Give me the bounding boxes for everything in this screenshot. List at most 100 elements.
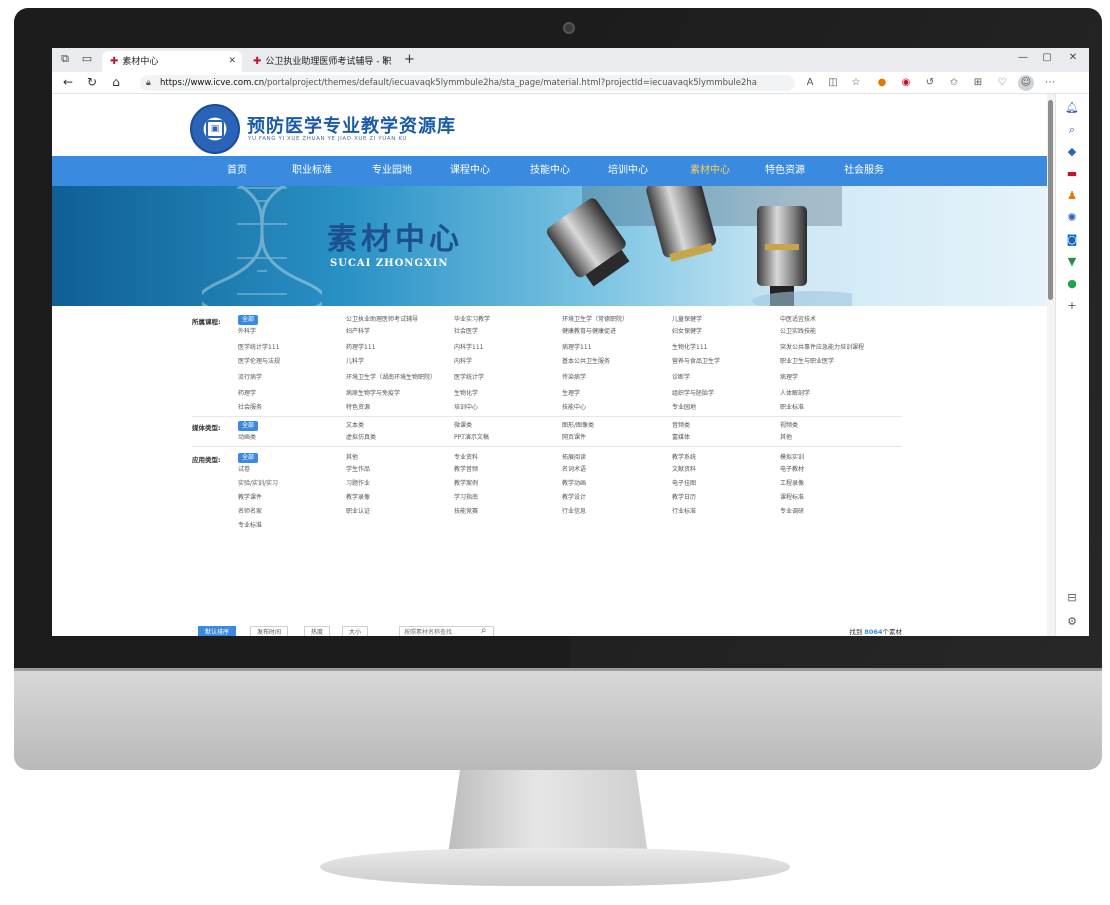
course-filter-option[interactable]: 职业卫生与职业医学 xyxy=(780,358,834,366)
add-sidebar-app-icon[interactable]: + xyxy=(1064,298,1080,314)
course-filter-option[interactable]: 病原生物学与免疫学 xyxy=(346,390,400,398)
settings-gear-icon[interactable]: ⚙ xyxy=(1064,614,1080,630)
application-filter-option[interactable]: 学习指南 xyxy=(454,494,478,502)
application-filter-option[interactable]: 电子教材 xyxy=(780,466,804,474)
application-filter-option[interactable]: 教学课件 xyxy=(238,494,262,502)
nav-item[interactable]: 社会服务 xyxy=(844,156,884,186)
maximize-button[interactable]: ▢ xyxy=(1036,52,1058,63)
course-filter-option[interactable]: 内科学111 xyxy=(454,344,483,352)
course-filter-option[interactable]: 健康教育与健康促进 xyxy=(562,328,616,336)
application-filter-option[interactable]: 教学日历 xyxy=(672,494,696,502)
search-icon[interactable]: ⌕ xyxy=(1064,122,1080,138)
application-filter-option[interactable]: 拓展阅读 xyxy=(562,454,586,462)
course-filter-option[interactable]: 毕业实习教学 xyxy=(454,316,490,324)
course-filter-option[interactable]: 诊断学 xyxy=(672,374,690,382)
course-filter-option[interactable]: 内科学 xyxy=(454,358,472,366)
course-filter-option[interactable]: 社会医学 xyxy=(454,328,478,336)
course-filter-option[interactable]: 技能中心 xyxy=(562,404,586,412)
media-filter-option[interactable]: 文本类 xyxy=(346,422,364,430)
nav-item[interactable]: 职业标准 xyxy=(292,156,332,186)
course-filter-option[interactable]: 医学伦理与法规 xyxy=(238,358,280,366)
more-menu-icon[interactable]: ⋯ xyxy=(1042,75,1058,91)
refresh-icon[interactable]: ↻ xyxy=(84,74,100,90)
chat-icon[interactable]: ● xyxy=(1064,276,1080,292)
page-scrollbar[interactable] xyxy=(1047,94,1055,636)
application-filter-option[interactable]: 文献资料 xyxy=(672,466,696,474)
course-filter-option[interactable]: 医学统计学111 xyxy=(238,344,279,352)
course-filter-option[interactable]: 公卫实践技能 xyxy=(780,328,816,336)
application-filter-option[interactable]: 名词术语 xyxy=(562,466,586,474)
course-filter-option[interactable]: 病理学111 xyxy=(562,344,591,352)
course-filter-option[interactable]: 中医适宜技术 xyxy=(780,316,816,324)
nav-item[interactable]: 首页 xyxy=(227,156,247,186)
toolbox-icon[interactable]: ▬ xyxy=(1064,166,1080,182)
media-filter-option[interactable]: PPT演示文稿 xyxy=(454,434,489,442)
collections-icon[interactable]: ⊞ xyxy=(970,75,986,91)
course-filter-option[interactable]: 外科学 xyxy=(238,328,256,336)
profile-avatar-icon[interactable]: ☺ xyxy=(1018,75,1034,91)
outlook-icon[interactable]: ◙ xyxy=(1064,232,1080,248)
site-logo[interactable]: ▣ xyxy=(190,104,240,154)
course-filter-option[interactable]: 药理学 xyxy=(238,390,256,398)
application-filter-option[interactable]: 工程录像 xyxy=(780,480,804,488)
course-filter-option[interactable]: 营养与食品卫生学 xyxy=(672,358,720,366)
course-filter-option[interactable]: 专业园地 xyxy=(672,404,696,412)
workspaces-icon[interactable]: ⧉ xyxy=(58,52,72,66)
course-filter-option[interactable]: 职业标准 xyxy=(780,404,804,412)
course-filter-option[interactable]: 传染病学 xyxy=(562,374,586,382)
application-filter-option[interactable]: 试卷 xyxy=(238,466,250,474)
course-filter-option[interactable]: 妇女保健学 xyxy=(672,328,702,336)
back-icon[interactable]: ← xyxy=(60,74,76,90)
application-filter-option[interactable]: 实验/实训/实习 xyxy=(238,480,278,488)
application-filter-option[interactable]: 课程标准 xyxy=(780,494,804,502)
read-aloud-icon[interactable]: A xyxy=(802,75,818,91)
material-search-input[interactable] xyxy=(399,626,494,636)
media-filter-option[interactable]: 网页课件 xyxy=(562,434,586,442)
immersive-reader-icon[interactable]: ◫ xyxy=(825,75,841,91)
course-filter-all-chip[interactable]: 全部 xyxy=(238,315,259,325)
shopping-tag-icon[interactable]: ◆ xyxy=(1064,144,1080,160)
media-filter-option[interactable]: 图形/图像类 xyxy=(562,422,594,430)
course-filter-option[interactable]: 儿科学 xyxy=(346,358,364,366)
media-filter-option[interactable]: 虚拟仿真类 xyxy=(346,434,376,442)
course-filter-option[interactable]: 生物化学 xyxy=(454,390,478,398)
course-filter-option[interactable]: 流行病学 xyxy=(238,374,262,382)
home-icon[interactable]: ⌂ xyxy=(108,74,124,90)
application-filter-option[interactable]: 学生作品 xyxy=(346,466,370,474)
course-filter-option[interactable]: 生物化学111 xyxy=(672,344,707,352)
sort-publish-time-button[interactable]: 发布时间 xyxy=(250,626,289,636)
course-filter-option[interactable]: 病理学 xyxy=(780,374,798,382)
sort-popularity-button[interactable]: 热度 xyxy=(304,626,331,636)
minimize-button[interactable]: — xyxy=(1012,52,1034,63)
application-filter-option[interactable]: 电子挂图 xyxy=(672,480,696,488)
media-filter-option[interactable]: 视频类 xyxy=(780,422,798,430)
nav-item[interactable]: 培训中心 xyxy=(608,156,648,186)
course-filter-option[interactable]: 培训中心 xyxy=(454,404,478,412)
course-filter-option[interactable]: 医学统计学 xyxy=(454,374,484,382)
nav-item[interactable]: 特色资源 xyxy=(765,156,805,186)
application-filter-option[interactable]: 教学录像 xyxy=(346,494,370,502)
tab-actions-icon[interactable]: ▭ xyxy=(80,52,94,66)
application-filter-option[interactable]: 专业标准 xyxy=(238,522,262,530)
media-filter-all-chip[interactable]: 全部 xyxy=(238,421,259,431)
application-filter-option[interactable]: 行业信息 xyxy=(562,508,586,516)
application-filter-option[interactable]: 名师名家 xyxy=(238,508,262,516)
browser-essentials-icon[interactable]: ♡ xyxy=(994,75,1010,91)
sort-default-button[interactable]: 默认排序 xyxy=(198,626,237,636)
course-filter-option[interactable]: 妇产科学 xyxy=(346,328,370,336)
new-tab-button[interactable]: + xyxy=(404,51,415,69)
course-filter-option[interactable]: 环境卫生学（湖南环境生物职院） xyxy=(346,374,441,382)
scrollbar-thumb[interactable] xyxy=(1048,100,1053,300)
nav-item[interactable]: 技能中心 xyxy=(530,156,570,186)
media-filter-option[interactable]: 其他 xyxy=(780,434,792,442)
refresh-extension-icon[interactable]: ↺ xyxy=(922,75,938,91)
application-filter-option[interactable]: 教学系统 xyxy=(672,454,696,462)
application-filter-option[interactable]: 习题作业 xyxy=(346,480,370,488)
application-filter-option[interactable]: 教学设计 xyxy=(562,494,586,502)
favorite-star-icon[interactable]: ☆ xyxy=(848,75,864,91)
nav-item[interactable]: 课程中心 xyxy=(450,156,490,186)
application-filter-option[interactable]: 教学音频 xyxy=(454,466,478,474)
notifications-icon[interactable]: 🔔︎ xyxy=(1064,100,1080,116)
favorites-icon[interactable]: ✩ xyxy=(946,75,962,91)
tab-material-center[interactable]: ✚ 素材中心 ✕ xyxy=(102,51,242,72)
